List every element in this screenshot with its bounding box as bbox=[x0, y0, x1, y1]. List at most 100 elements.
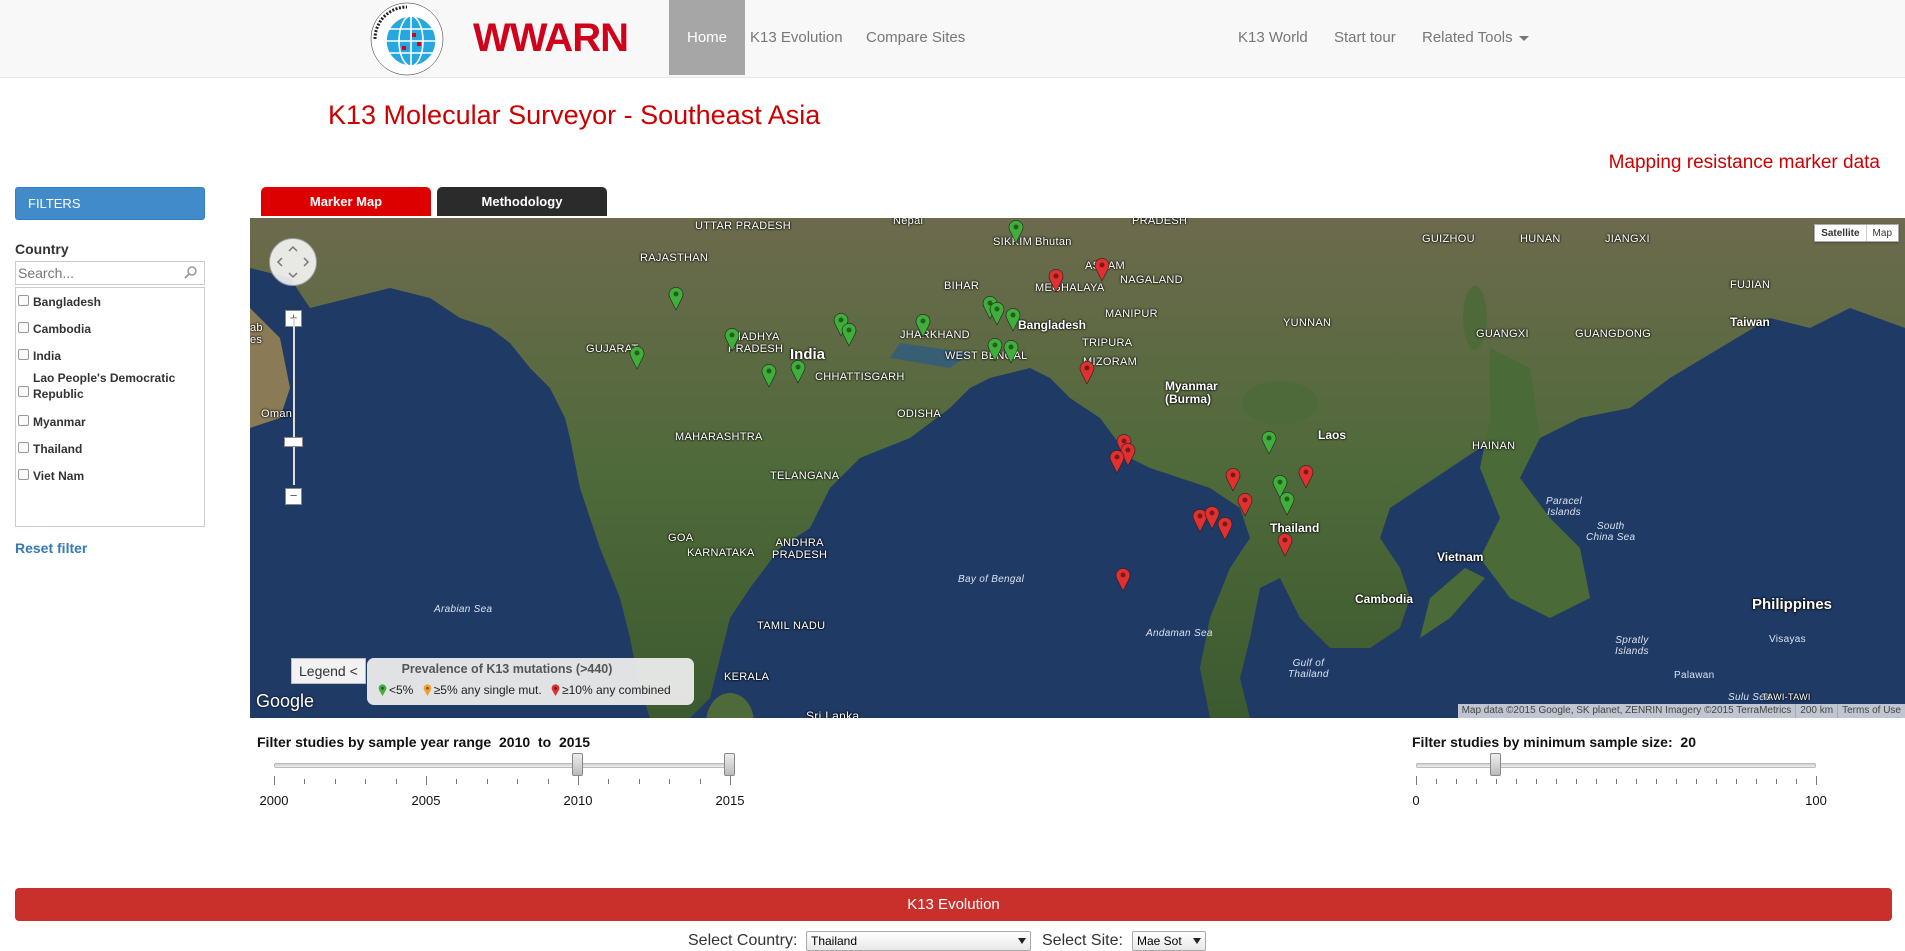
checkbox[interactable] bbox=[18, 386, 29, 397]
country-name: Myanmar bbox=[33, 415, 86, 429]
checkbox[interactable] bbox=[18, 322, 29, 333]
red-map-marker[interactable] bbox=[1109, 450, 1125, 474]
red-map-marker[interactable] bbox=[1298, 465, 1314, 489]
year-slider-handle-high[interactable] bbox=[724, 753, 735, 776]
checkbox[interactable] bbox=[18, 469, 29, 480]
country-item-thailand[interactable]: Thailand bbox=[16, 439, 201, 459]
minor-tick bbox=[456, 779, 458, 784]
green-map-marker[interactable] bbox=[668, 287, 684, 311]
red-map-marker[interactable] bbox=[1204, 506, 1220, 530]
green-map-marker[interactable] bbox=[761, 364, 777, 388]
year-slider-track[interactable] bbox=[274, 763, 730, 768]
green-map-marker[interactable] bbox=[1003, 340, 1019, 364]
select-site-label: Select Site: bbox=[1042, 932, 1123, 949]
globe-logo-icon bbox=[370, 2, 444, 76]
terms-of-use-link[interactable]: Terms of Use bbox=[1837, 704, 1905, 718]
green-map-marker[interactable] bbox=[987, 338, 1003, 362]
checkbox[interactable] bbox=[18, 442, 29, 453]
green-map-marker[interactable] bbox=[1279, 492, 1295, 516]
nav-start-tour[interactable]: Start tour bbox=[1316, 0, 1414, 75]
green-map-marker[interactable] bbox=[1261, 431, 1277, 455]
red-map-marker[interactable] bbox=[1225, 468, 1241, 492]
red-map-marker[interactable] bbox=[1217, 517, 1233, 541]
nav-k13-evolution[interactable]: K13 Evolution bbox=[732, 0, 861, 75]
logo-wordmark: WWARN bbox=[473, 16, 629, 60]
legend-title: Prevalence of K13 mutations (>440) bbox=[401, 662, 613, 676]
green-map-marker[interactable] bbox=[841, 323, 857, 347]
nav-compare-sites[interactable]: Compare Sites bbox=[848, 0, 983, 75]
country-select[interactable]: Thailand bbox=[806, 931, 1031, 951]
site-select[interactable]: Mae Sot bbox=[1132, 931, 1206, 951]
page-subtitle: Mapping resistance marker data bbox=[1608, 152, 1880, 173]
green-map-marker[interactable] bbox=[989, 302, 1005, 326]
pan-control[interactable] bbox=[269, 238, 317, 286]
legend-item-single: ≥5% any single mut. bbox=[433, 682, 542, 697]
filters-header[interactable]: FILTERS bbox=[15, 187, 205, 220]
country-name: Cambodia bbox=[33, 322, 92, 336]
minor-tick bbox=[547, 779, 549, 784]
minor-tick bbox=[304, 779, 306, 784]
green-map-marker[interactable] bbox=[790, 360, 806, 384]
minor-tick bbox=[608, 779, 610, 784]
minor-tick bbox=[1776, 779, 1777, 784]
country-search-input[interactable] bbox=[16, 262, 176, 284]
tab-methodology[interactable]: Methodology bbox=[437, 187, 607, 216]
country-item-lao[interactable]: Lao People's Democratic Republic bbox=[16, 368, 201, 404]
minor-tick bbox=[334, 779, 336, 784]
zoom-slider-handle[interactable] bbox=[284, 437, 303, 447]
green-map-marker[interactable] bbox=[724, 328, 740, 352]
evolution-selectors: Select Country: Thailand Select Site: Ma… bbox=[0, 930, 1905, 951]
country-item-bangladesh[interactable]: Bangladesh bbox=[16, 292, 201, 312]
zoom-out-button[interactable]: − bbox=[285, 488, 302, 505]
nav-related-tools[interactable]: Related Tools bbox=[1404, 0, 1547, 75]
year-tick-label: 2015 bbox=[715, 793, 745, 808]
green-map-marker[interactable] bbox=[1008, 220, 1024, 244]
satellite-button[interactable]: Satellite bbox=[1815, 225, 1867, 241]
legend-item-low: <5% bbox=[389, 682, 414, 697]
minor-tick bbox=[1596, 779, 1597, 784]
legend-toggle-button[interactable]: Legend < bbox=[291, 658, 366, 684]
map-data-credit: Map data ©2015 Google, SK planet, ZENRIN… bbox=[1461, 705, 1792, 716]
red-map-marker[interactable] bbox=[1094, 258, 1110, 282]
site-select-value: Mae Sot bbox=[1137, 934, 1182, 948]
country-list: Bangladesh Cambodia India Lao People's D… bbox=[15, 287, 205, 527]
green-map-marker[interactable] bbox=[629, 346, 645, 370]
legend-panel: Prevalence of K13 mutations (>440) <5% ≥… bbox=[367, 658, 694, 705]
red-map-marker[interactable] bbox=[1115, 568, 1131, 592]
country-name: India bbox=[33, 349, 62, 363]
red-map-marker[interactable] bbox=[1079, 361, 1095, 385]
green-map-marker[interactable] bbox=[1005, 308, 1021, 332]
marker-map[interactable]: UTTAR PRADESH Nepal SIKKIM Bhutan PRADES… bbox=[250, 218, 1905, 718]
year-range-prefix: Filter studies by sample year range bbox=[257, 734, 492, 750]
minor-tick bbox=[1516, 779, 1517, 784]
tab-marker-map[interactable]: Marker Map bbox=[261, 187, 431, 216]
red-map-marker[interactable] bbox=[1048, 269, 1064, 293]
major-tick bbox=[1416, 776, 1417, 785]
checkbox[interactable] bbox=[18, 295, 29, 306]
map-button[interactable]: Map bbox=[1867, 225, 1898, 241]
wwarn-logo[interactable]: WWARN bbox=[365, 2, 645, 78]
year-slider-handle-low[interactable] bbox=[572, 753, 583, 776]
country-item-cambodia[interactable]: Cambodia bbox=[16, 319, 201, 339]
country-name: Bangladesh bbox=[33, 295, 102, 309]
zoom-slider-track[interactable] bbox=[293, 318, 295, 485]
map-type-control: Satellite Map bbox=[1814, 224, 1899, 242]
minor-tick bbox=[1576, 779, 1577, 784]
marker-layer bbox=[629, 220, 1314, 592]
sample-size-slider-handle[interactable] bbox=[1490, 753, 1501, 776]
reset-filter-link[interactable]: Reset filter bbox=[15, 540, 87, 556]
sample-size-slider-track[interactable] bbox=[1416, 763, 1816, 768]
red-map-marker[interactable] bbox=[1237, 493, 1253, 517]
red-map-marker[interactable] bbox=[1277, 533, 1293, 557]
country-item-myanmar[interactable]: Myanmar bbox=[16, 412, 201, 432]
checkbox[interactable] bbox=[18, 415, 29, 426]
minor-tick bbox=[1616, 779, 1617, 784]
country-item-viet-nam[interactable]: Viet Nam bbox=[16, 466, 201, 486]
green-map-marker[interactable] bbox=[915, 314, 931, 338]
k13-evolution-bar[interactable]: K13 Evolution bbox=[15, 888, 1892, 921]
nav-k13-world[interactable]: K13 World bbox=[1220, 0, 1326, 75]
country-item-india[interactable]: India bbox=[16, 346, 201, 366]
checkbox[interactable] bbox=[18, 349, 29, 360]
sample-size-tick-label: 100 bbox=[1805, 793, 1827, 808]
legend-items: <5% ≥5% any single mut. ≥10% any combine… bbox=[372, 682, 671, 697]
